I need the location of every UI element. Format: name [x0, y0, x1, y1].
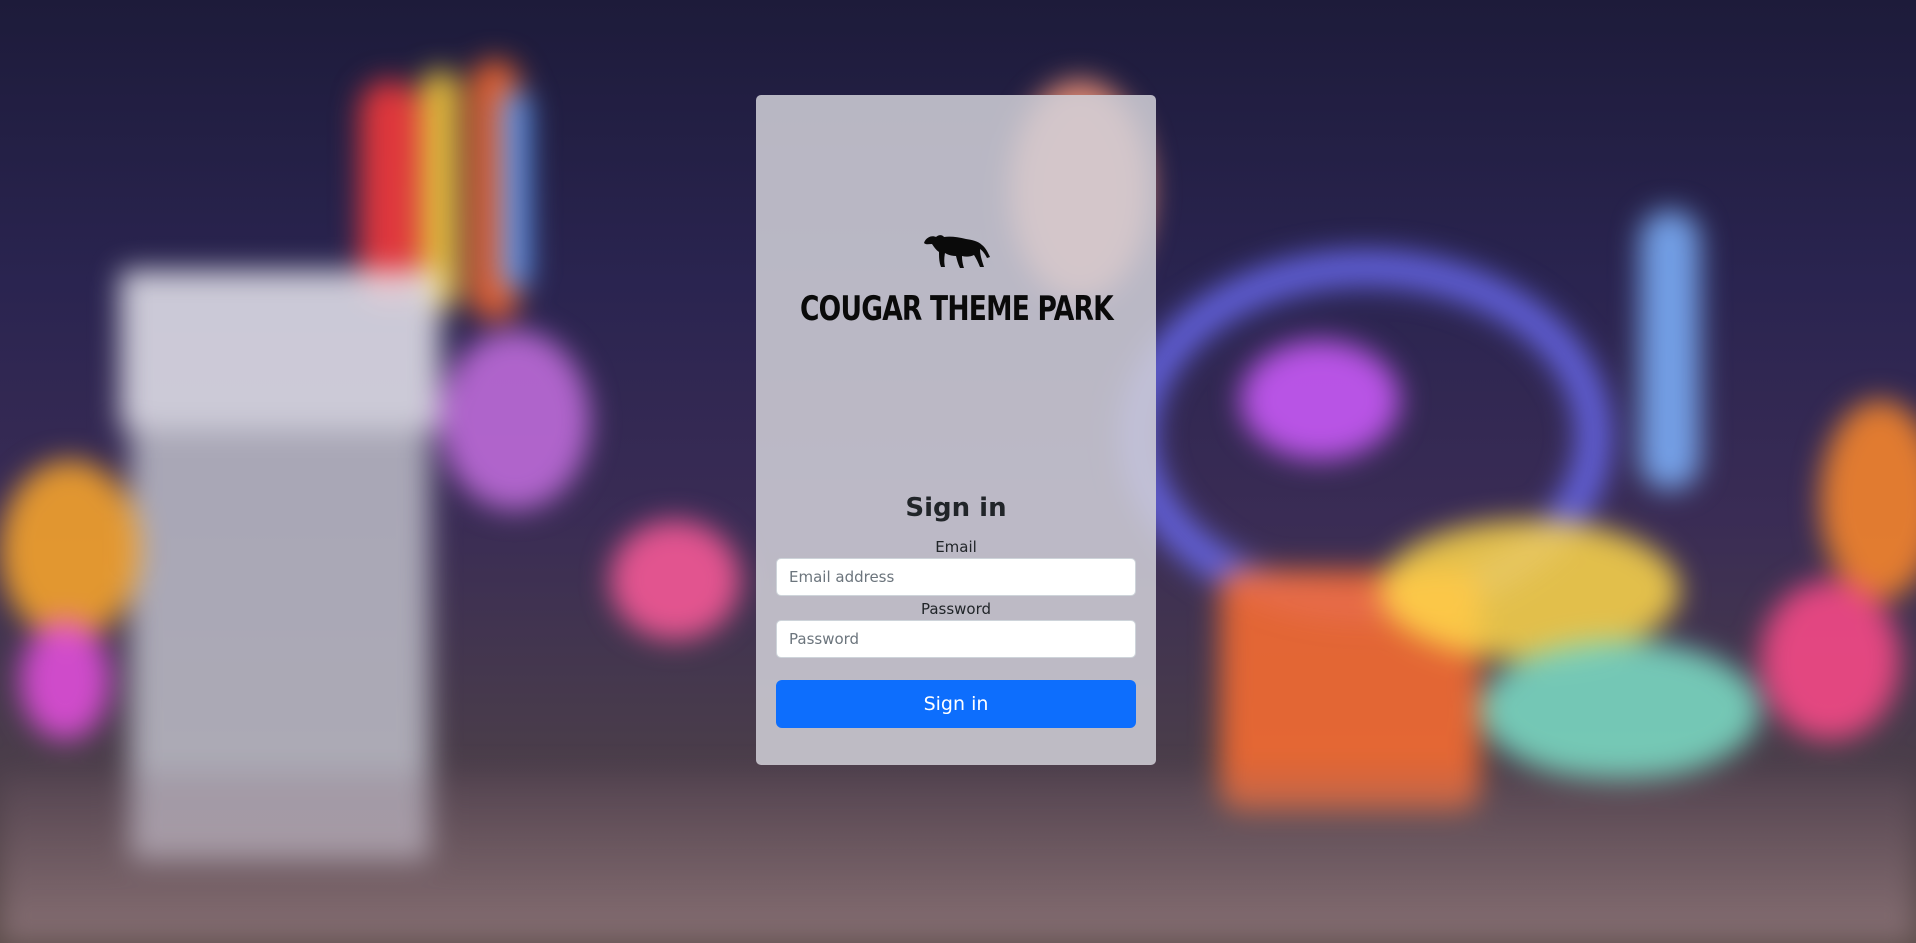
- cougar-icon: [924, 235, 990, 268]
- signin-button[interactable]: Sign in: [776, 680, 1136, 729]
- password-label: Password: [920, 600, 992, 619]
- login-card: COUGAR THEME PARK Sign in Email Password…: [756, 95, 1156, 765]
- password-field[interactable]: [776, 620, 1136, 659]
- signin-title: Sign in: [905, 493, 1007, 523]
- email-field[interactable]: [776, 558, 1136, 597]
- brand-name: COUGAR THEME PARK: [800, 289, 1114, 329]
- login-page: COUGAR THEME PARK Sign in Email Password…: [0, 0, 1916, 943]
- email-label: Email: [935, 538, 977, 557]
- brand-logo: COUGAR THEME PARK: [756, 231, 1156, 329]
- signin-form: Sign in Email Password Sign in: [776, 493, 1136, 729]
